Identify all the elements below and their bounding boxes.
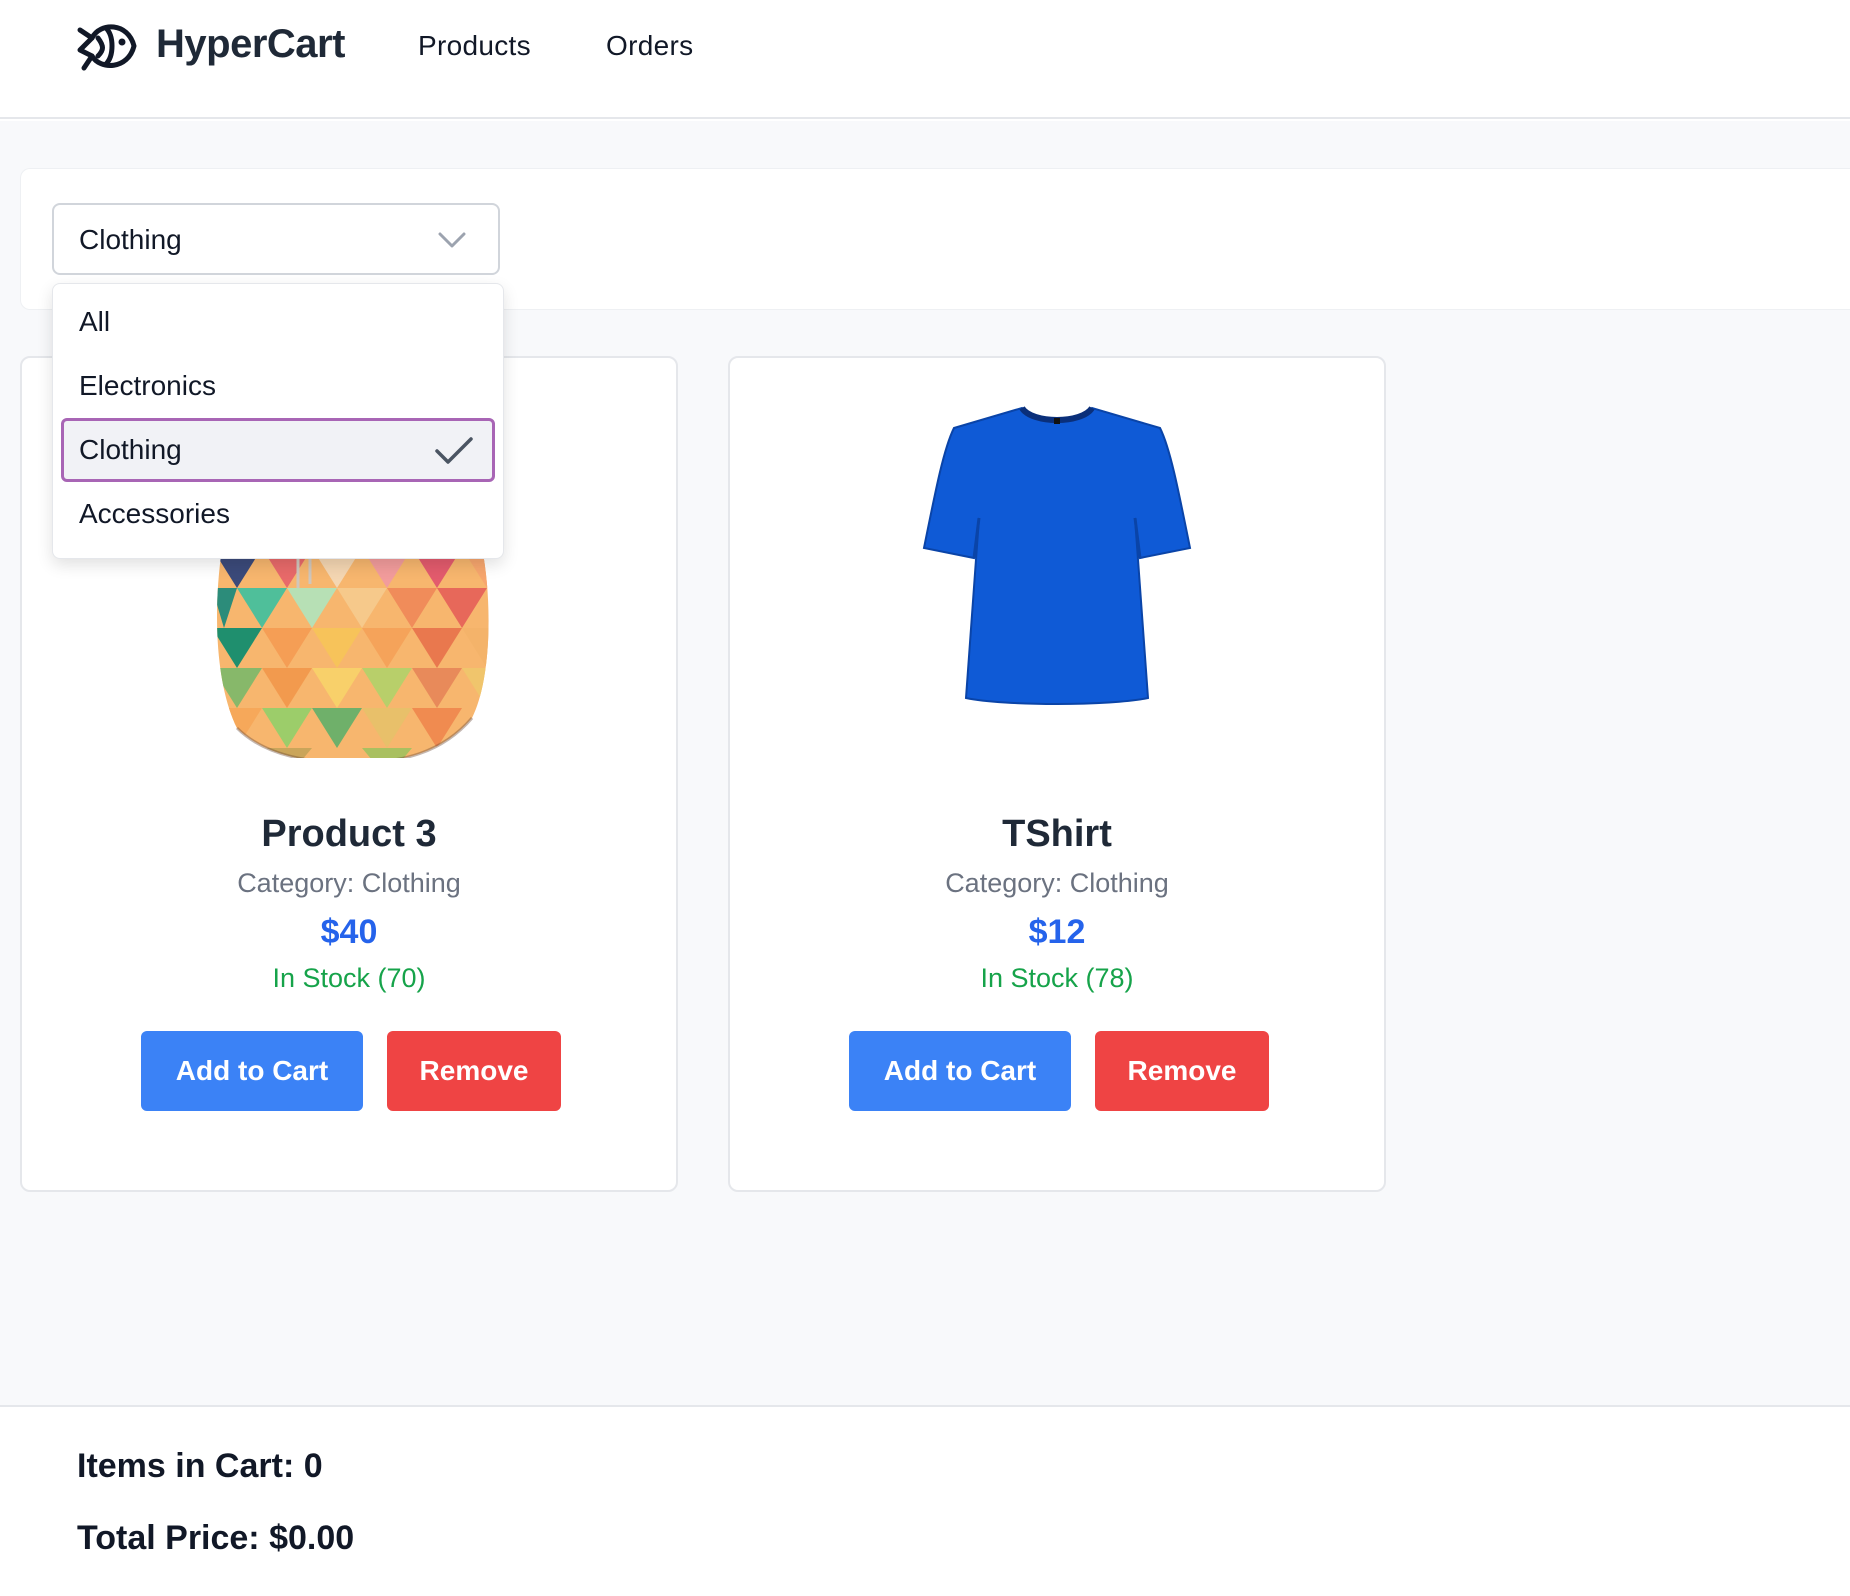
main-content: Clothing Product 3 Category: Clothing $4… — [0, 121, 1850, 1405]
top-header: HyperCart Products Orders — [0, 0, 1850, 119]
cart-items-count: Items in Cart: 0 — [77, 1447, 323, 1485]
product-name: TShirt — [1002, 813, 1112, 855]
category-select[interactable]: Clothing — [52, 203, 500, 275]
option-clothing[interactable]: Clothing — [61, 418, 495, 482]
option-accessories[interactable]: Accessories — [61, 482, 495, 546]
option-label: All — [79, 306, 111, 337]
product-price: $40 — [320, 913, 378, 951]
checkmark-icon — [435, 437, 473, 464]
category-dropdown-menu: All Electronics Clothing Accessories — [52, 283, 504, 559]
product-card: TShirt Category: Clothing $12 In Stock (… — [728, 356, 1386, 1192]
option-label: Accessories — [79, 498, 230, 529]
product-category: Category: Clothing — [945, 868, 1169, 898]
option-electronics[interactable]: Electronics — [61, 354, 495, 418]
add-to-cart-button[interactable]: Add to Cart — [849, 1031, 1071, 1111]
option-label: Electronics — [79, 370, 216, 401]
option-all[interactable]: All — [61, 290, 495, 354]
product-category: Category: Clothing — [237, 868, 461, 898]
blue-tshirt-image — [922, 405, 1192, 705]
cart-summary: Items in Cart: 0 Total Price: $0.00 — [0, 1405, 1850, 1596]
stock-status: In Stock (78) — [980, 963, 1134, 993]
nav-orders-link[interactable]: Orders — [606, 30, 693, 62]
option-label: Clothing — [79, 434, 182, 465]
cart-total-price: Total Price: $0.00 — [77, 1519, 355, 1557]
product-price: $12 — [1028, 913, 1086, 951]
category-select-value: Clothing — [79, 224, 182, 255]
nav-products-link[interactable]: Products — [418, 30, 531, 62]
brand-name[interactable]: HyperCart — [156, 22, 345, 67]
fish-logo-icon[interactable] — [76, 16, 138, 76]
product-name: Product 3 — [261, 813, 437, 855]
chevron-down-icon — [438, 232, 466, 248]
stock-status: In Stock (70) — [272, 963, 426, 993]
remove-button[interactable]: Remove — [1095, 1031, 1269, 1111]
add-to-cart-button[interactable]: Add to Cart — [141, 1031, 363, 1111]
remove-button[interactable]: Remove — [387, 1031, 561, 1111]
